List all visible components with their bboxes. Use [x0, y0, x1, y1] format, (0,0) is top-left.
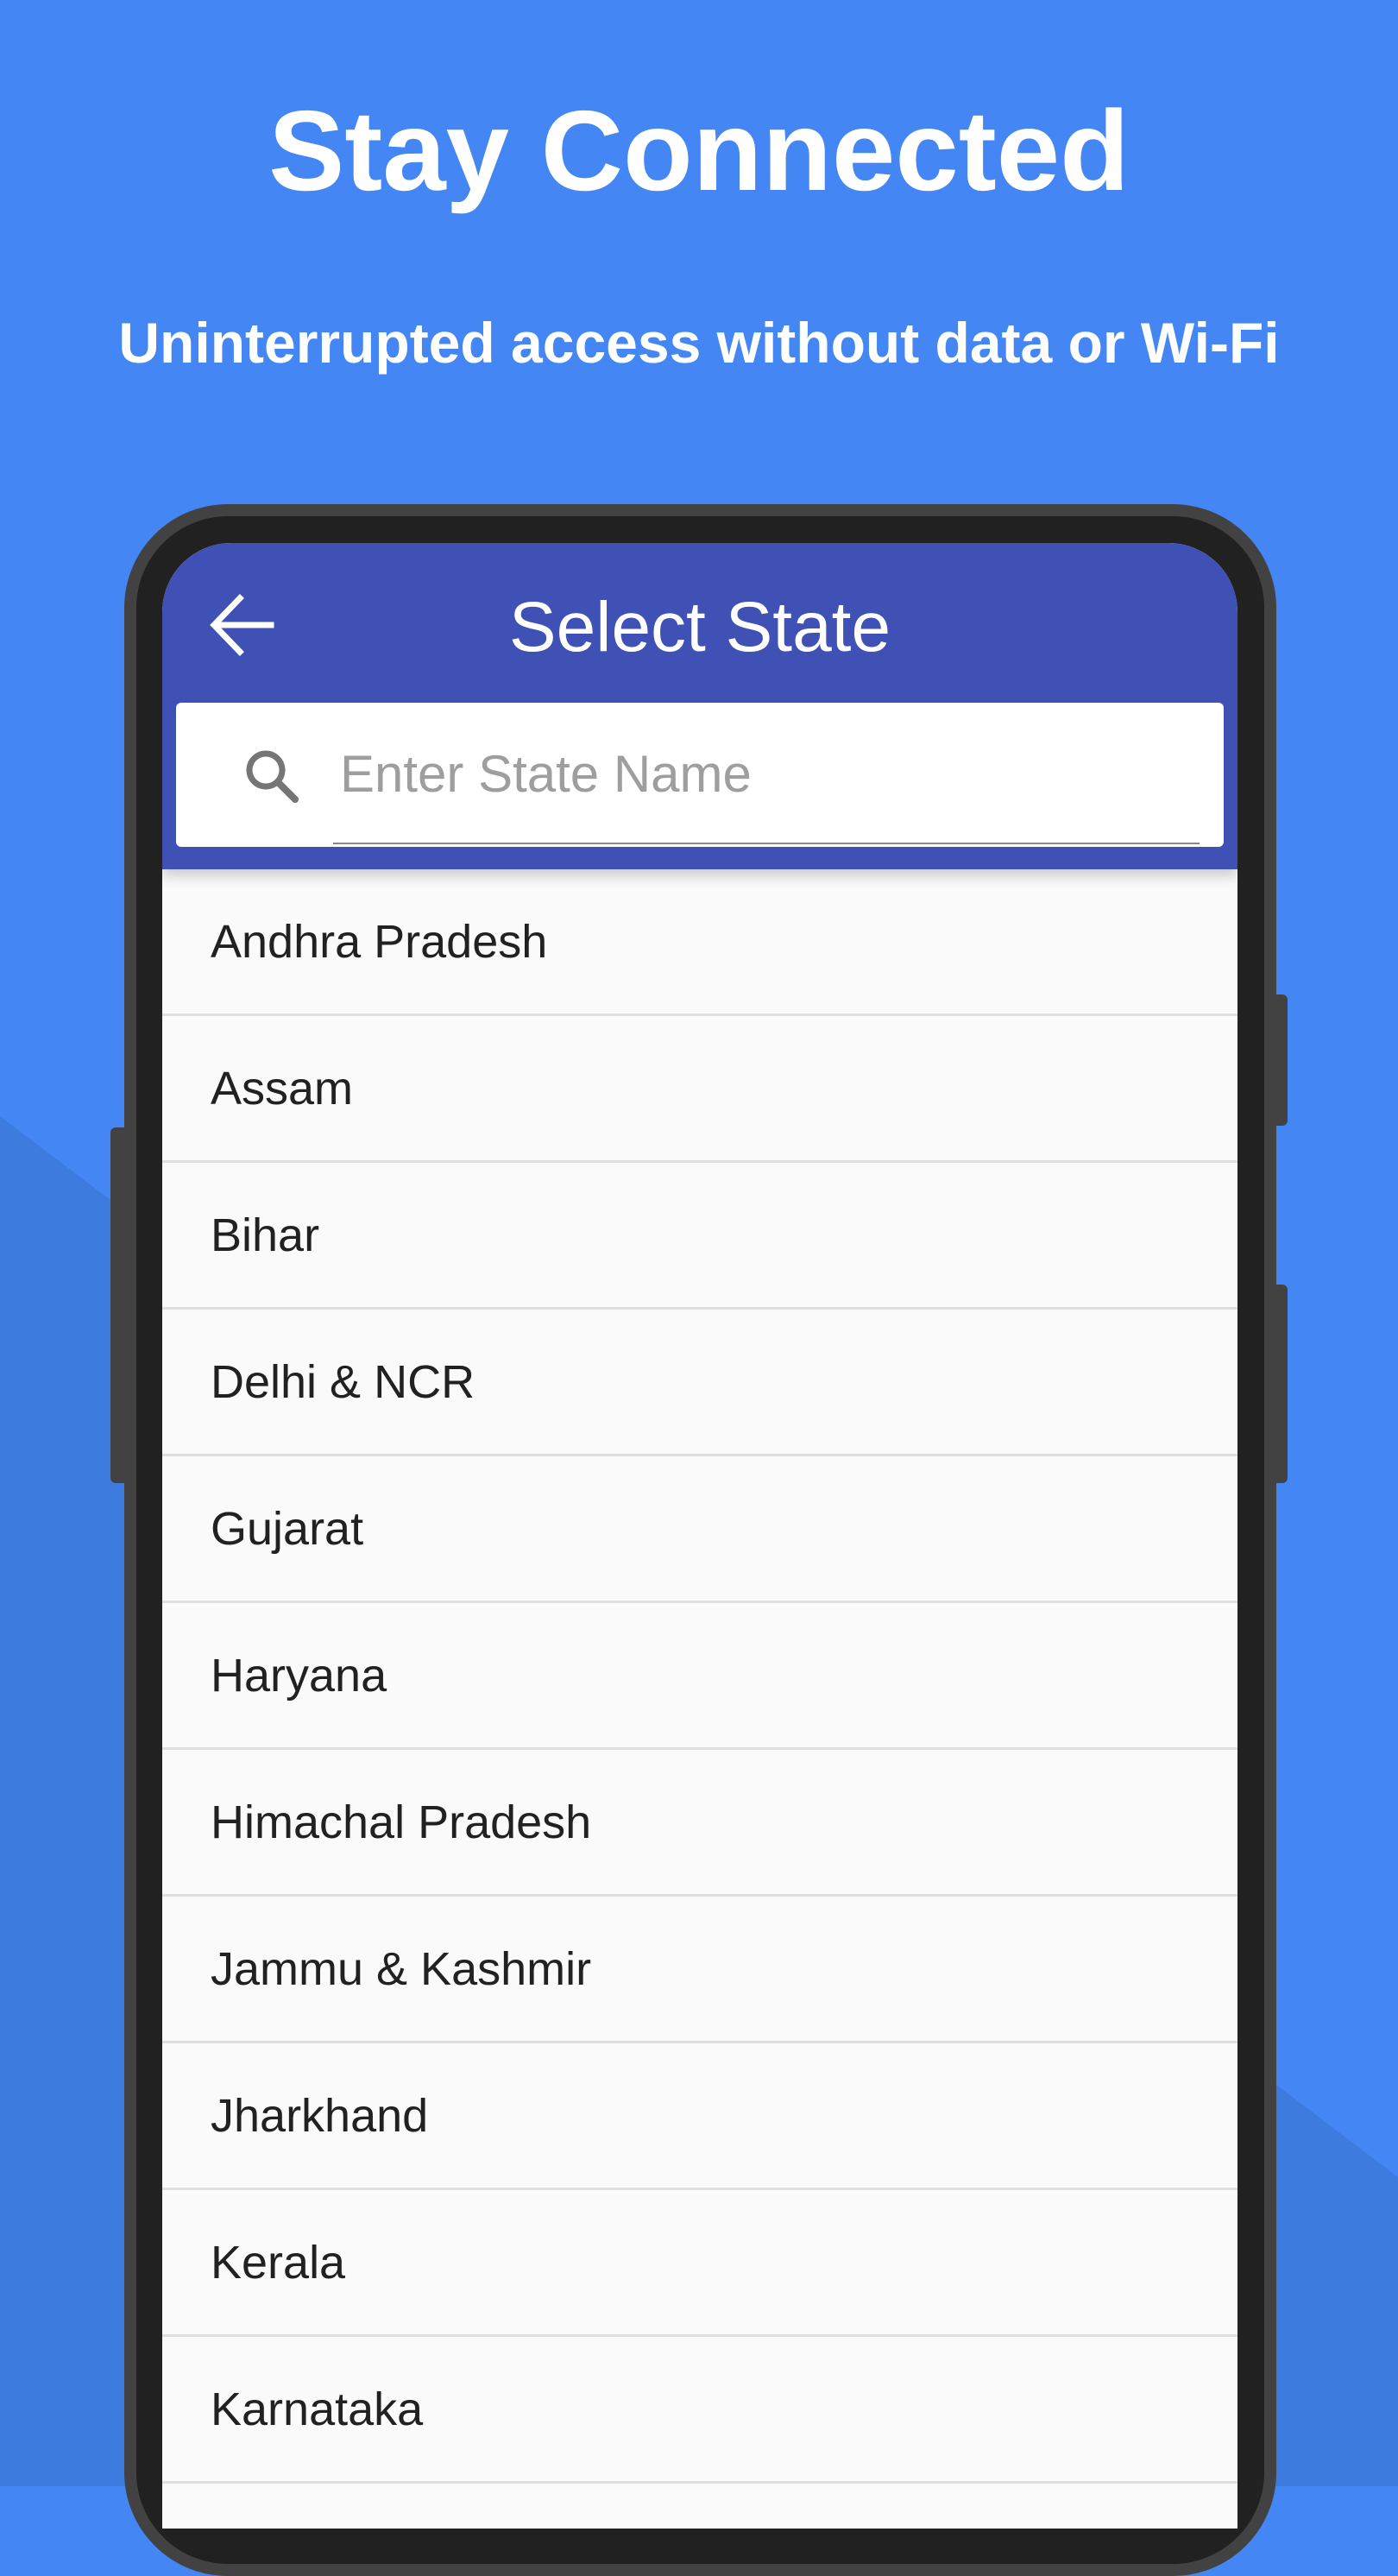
state-list: Andhra Pradesh Assam Bihar Delhi & NCR Gujar…	[162, 869, 1237, 2484]
state-name: Himachal Pradesh	[211, 1796, 592, 1848]
promo-headline: Stay Connected	[268, 87, 1130, 214]
list-item[interactable]: Assam	[162, 1016, 1237, 1163]
search-icon	[246, 750, 299, 803]
state-name: Delhi & NCR	[211, 1355, 475, 1408]
list-item[interactable]: Gujarat	[162, 1456, 1237, 1603]
list-item[interactable]: Jharkhand	[162, 2043, 1237, 2190]
phone-screen: Select State Andhra Pradesh Assam Bihar Del…	[162, 543, 1237, 2529]
state-name: Kerala	[211, 2236, 346, 2289]
search-bar	[176, 703, 1224, 847]
state-name: Gujarat	[211, 1502, 364, 1555]
state-name: Haryana	[211, 1649, 387, 1702]
list-item[interactable]: Jammu & Kashmir	[162, 1897, 1237, 2043]
page-title: Select State	[508, 588, 891, 666]
promo-subheadline: Uninterrupted access without data or Wi-…	[118, 311, 1280, 375]
input-underline	[333, 843, 1200, 844]
list-item[interactable]: Andhra Pradesh	[162, 869, 1237, 1016]
state-name: Assam	[211, 1062, 354, 1114]
state-name: Jammu & Kashmir	[211, 1942, 592, 1995]
list-item[interactable]: Delhi & NCR	[162, 1310, 1237, 1456]
state-search-input[interactable]	[340, 729, 1203, 819]
state-name: Karnataka	[211, 2383, 424, 2435]
list-item[interactable]: Bihar	[162, 1163, 1237, 1310]
state-name: Andhra Pradesh	[211, 915, 548, 968]
app-bar: Select State	[162, 543, 1237, 869]
state-name: Jharkhand	[211, 2089, 429, 2142]
list-item[interactable]: Kerala	[162, 2190, 1237, 2337]
state-name: Bihar	[211, 1209, 320, 1261]
list-item[interactable]: Karnataka	[162, 2337, 1237, 2484]
list-item[interactable]: Himachal Pradesh	[162, 1750, 1237, 1897]
list-item[interactable]: Haryana	[162, 1603, 1237, 1750]
